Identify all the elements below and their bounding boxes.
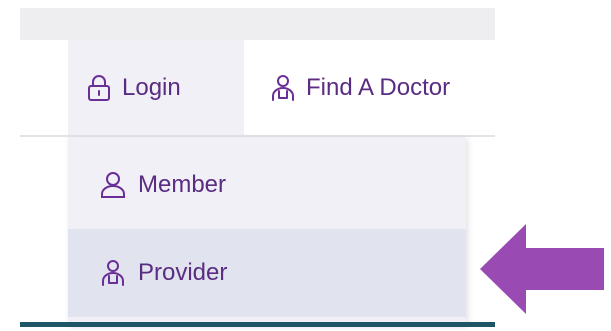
menu-item-provider[interactable]: Provider bbox=[68, 229, 466, 317]
menu-item-member-label: Member bbox=[138, 171, 227, 198]
doctor-icon bbox=[270, 74, 296, 102]
find-doctor-tab[interactable]: Find A Doctor bbox=[244, 40, 495, 135]
bottom-accent-bar bbox=[20, 322, 495, 327]
arrow-left-icon bbox=[480, 224, 604, 314]
top-strip bbox=[20, 8, 495, 40]
login-label: Login bbox=[122, 73, 181, 101]
login-tab[interactable]: Login bbox=[68, 40, 244, 135]
lock-icon bbox=[86, 74, 112, 102]
doctor-icon bbox=[100, 259, 126, 287]
find-doctor-label: Find A Doctor bbox=[306, 73, 451, 101]
menu-item-provider-label: Provider bbox=[138, 259, 228, 286]
person-icon bbox=[100, 171, 126, 199]
login-dropdown-menu: Member Provider bbox=[68, 137, 466, 325]
menu-item-member[interactable]: Member bbox=[68, 141, 466, 229]
